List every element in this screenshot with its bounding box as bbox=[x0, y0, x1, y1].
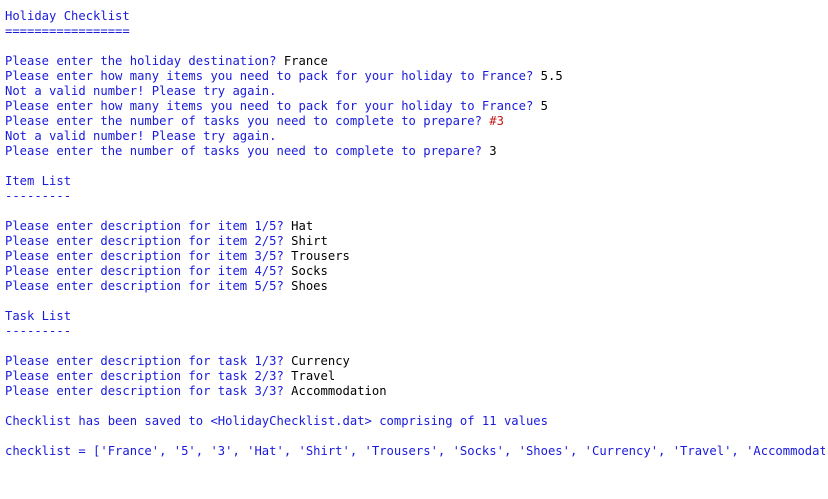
shell-user-input-text: 5 bbox=[540, 99, 548, 113]
shell-user-input-text: 5.5 bbox=[540, 69, 563, 83]
shell-output-text: Not a valid number! Please try again. bbox=[5, 129, 277, 143]
shell-output-text: Checklist has been saved to <HolidayChec… bbox=[5, 414, 548, 428]
shell-output-text: Please enter how many items you need to … bbox=[5, 69, 541, 83]
shell-line: Please enter description for task 1/3? C… bbox=[5, 354, 825, 369]
shell-output-text: Please enter the number of tasks you nee… bbox=[5, 114, 490, 128]
shell-line: --------- bbox=[5, 324, 825, 339]
shell-lines: Holiday Checklist ================= Please… bbox=[5, 0, 825, 459]
shell-line: Please enter description for task 2/3? T… bbox=[5, 369, 825, 384]
shell-error-input-text: #3 bbox=[489, 114, 504, 128]
shell-line: Please enter description for item 3/5? T… bbox=[5, 249, 825, 264]
shell-line: Please enter how many items you need to … bbox=[5, 69, 825, 84]
shell-output-text: Please enter description for task 1/3? bbox=[5, 354, 292, 368]
shell-line: Please enter description for item 1/5? H… bbox=[5, 219, 825, 234]
shell-line: Not a valid number! Please try again. bbox=[5, 84, 825, 99]
shell-line: Not a valid number! Please try again. bbox=[5, 129, 825, 144]
shell-user-input-text: Socks bbox=[291, 264, 328, 278]
shell-line: Task List bbox=[5, 309, 825, 324]
shell-output-text: Please enter description for item 4/5? bbox=[5, 264, 292, 278]
shell-output-text: Please enter description for item 1/5? bbox=[5, 219, 292, 233]
shell-output-text: Please enter the number of tasks you nee… bbox=[5, 144, 490, 158]
shell-line: Please enter description for task 3/3? A… bbox=[5, 384, 825, 399]
shell-user-input-text: 3 bbox=[489, 144, 497, 158]
shell-line: checklist = ['France', '5', '3', 'Hat', … bbox=[5, 444, 825, 459]
shell-output-text: checklist = ['France', '5', '3', 'Hat', … bbox=[5, 444, 825, 458]
shell-output-text: Task List bbox=[5, 309, 72, 323]
shell-line: Please enter the number of tasks you nee… bbox=[5, 144, 825, 159]
shell-line: ================= bbox=[5, 24, 825, 39]
shell-output-text: Please enter description for task 3/3? bbox=[5, 384, 292, 398]
shell-user-input-text: Hat bbox=[291, 219, 314, 233]
shell-line: Please enter the number of tasks you nee… bbox=[5, 114, 825, 129]
shell-prompt-line[interactable]: >>> bbox=[5, 459, 825, 474]
shell-line: Please enter description for item 5/5? S… bbox=[5, 279, 825, 294]
shell-user-input-text: Travel bbox=[291, 369, 336, 383]
shell-user-input-text: Trousers bbox=[291, 249, 350, 263]
shell-line: Item List bbox=[5, 174, 825, 189]
shell-output-text: --------- bbox=[5, 324, 72, 338]
shell-output-text: Please enter description for task 2/3? bbox=[5, 369, 292, 383]
shell-line: Please enter description for item 4/5? S… bbox=[5, 264, 825, 279]
shell-output-text: Holiday Checklist bbox=[5, 9, 130, 23]
shell-line: --------- bbox=[5, 189, 825, 204]
shell-output-text: --------- bbox=[5, 189, 72, 203]
shell-user-input-text: Accommodation bbox=[291, 384, 387, 398]
shell-output-text: Please enter the holiday destination? bbox=[5, 54, 284, 68]
shell-output-text: Please enter description for item 5/5? bbox=[5, 279, 292, 293]
shell-line: Please enter description for item 2/5? S… bbox=[5, 234, 825, 249]
shell-user-input-text: Shirt bbox=[291, 234, 328, 248]
shell-line: Please enter the holiday destination? Fr… bbox=[5, 54, 825, 69]
shell-output-text: Please enter description for item 3/5? bbox=[5, 249, 292, 263]
shell-user-input-text: France bbox=[283, 54, 328, 68]
shell-line: Checklist has been saved to <HolidayChec… bbox=[5, 414, 825, 429]
shell-output-text: Not a valid number! Please try again. bbox=[5, 84, 277, 98]
shell-output-text: Please enter description for item 2/5? bbox=[5, 234, 292, 248]
shell-user-input-text: Currency bbox=[291, 354, 350, 368]
shell-line: Holiday Checklist bbox=[5, 9, 825, 24]
python-shell-output[interactable]: Holiday Checklist ================= Please… bbox=[5, 0, 825, 474]
shell-output-text: Please enter how many items you need to … bbox=[5, 99, 541, 113]
shell-output-text: ================= bbox=[5, 24, 130, 38]
shell-output-text: Item List bbox=[5, 174, 72, 188]
shell-line: Please enter how many items you need to … bbox=[5, 99, 825, 114]
shell-user-input-text: Shoes bbox=[291, 279, 328, 293]
